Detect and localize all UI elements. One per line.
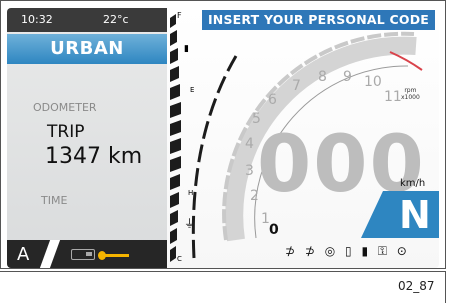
rpm-tick-label: 9: [343, 69, 352, 85]
info-panel: 10:32 22°c URBAN ODOMETER TRIP 1347 km T…: [7, 8, 167, 268]
figure-code: 02_87: [398, 279, 435, 293]
fuel-gauge: [168, 8, 184, 268]
status-bar: 10:32 22°c: [7, 8, 167, 32]
rpm-tick-label: 4: [245, 136, 254, 152]
mode-title: URBAN: [7, 34, 167, 64]
rpm-unit-line: x1000: [401, 94, 420, 101]
fuel-bars: [170, 14, 181, 262]
divider: [445, 271, 446, 303]
riding-mode: A: [17, 244, 30, 265]
temperature: 22°c: [103, 13, 129, 26]
rpm-unit: rpm x1000: [401, 87, 420, 101]
gear-indicator: N: [399, 193, 431, 237]
divider: [0, 271, 446, 272]
clock: 10:32: [21, 13, 53, 26]
rpm-tick-label: 8: [318, 69, 327, 85]
trip-value: 1347 km: [45, 144, 143, 169]
odometer-label: ODOMETER: [33, 101, 97, 114]
rpm-tick-label: 3: [245, 163, 254, 179]
wrench-icon: [98, 251, 129, 260]
bike-icon: [71, 249, 95, 260]
indicator-lights: ⊅ ⊅ ◎ ▯ ▮ ⚿ ⊙: [285, 244, 410, 258]
speed-unit: km/h: [400, 178, 426, 189]
fuel-full-mark: F: [177, 11, 182, 20]
mode-bar: A: [7, 240, 167, 268]
instrument-cluster: 10:32 22°c URBAN ODOMETER TRIP 1347 km T…: [7, 8, 439, 268]
separator: [39, 240, 61, 268]
time-label: TIME: [41, 194, 68, 207]
fuel-empty-mark: C: [177, 255, 182, 263]
rpm-tick-label: 11: [384, 89, 402, 105]
trip-label: TRIP: [47, 122, 85, 142]
rpm-tick-label: 6: [268, 92, 277, 108]
rpm-unit-line: rpm: [404, 87, 417, 94]
rpm-tick-label: 7: [292, 78, 301, 94]
zero-mark: 0: [269, 222, 279, 238]
rpm-tick-label: 10: [364, 74, 382, 90]
